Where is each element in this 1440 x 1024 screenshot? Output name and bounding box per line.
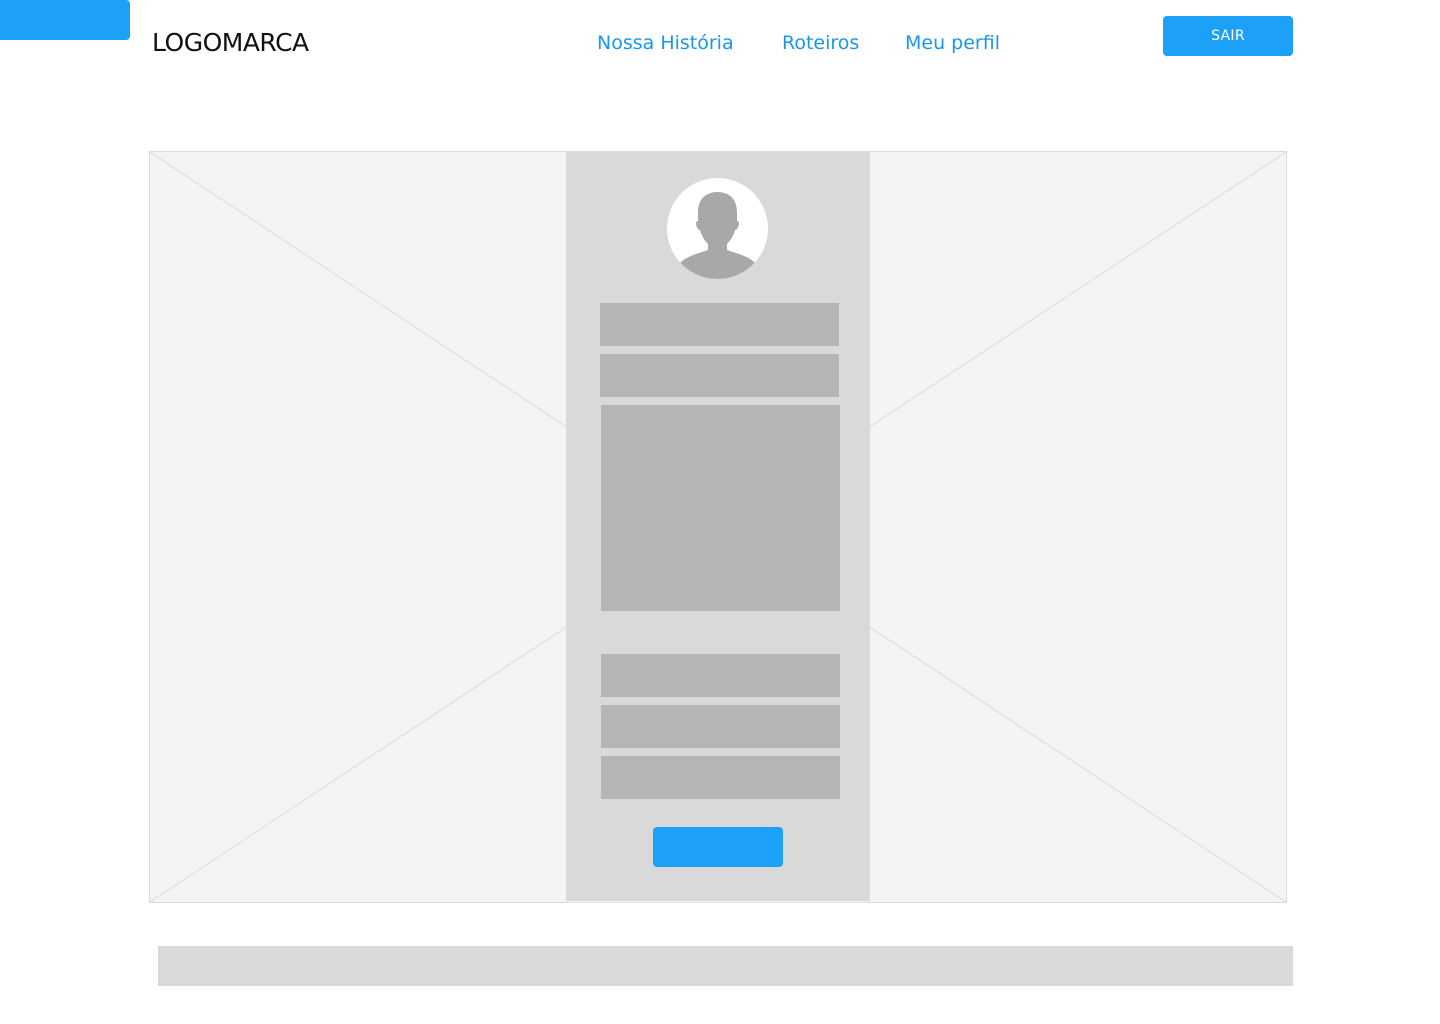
profile-field-3[interactable] [601,654,840,697]
profile-textarea[interactable] [601,405,840,611]
nav-link-meu-perfil[interactable]: Meu perfil [905,30,1000,56]
profile-field-1[interactable] [600,303,839,346]
logout-button[interactable]: SAIR [1163,16,1293,56]
avatar[interactable] [667,178,768,279]
profile-field-4[interactable] [601,705,840,748]
logo[interactable]: LOGOMARCA [152,26,309,60]
profile-field-5[interactable] [601,756,840,799]
nav-link-roteiros[interactable]: Roteiros [782,30,859,56]
submit-button[interactable] [653,827,783,867]
profile-field-2[interactable] [600,354,839,397]
corner-menu-button[interactable] [0,0,130,40]
footer-bar [158,946,1293,986]
profile-form-panel [566,152,870,901]
user-silhouette-icon [678,192,757,279]
nav-link-nossa-historia[interactable]: Nossa História [597,30,734,56]
